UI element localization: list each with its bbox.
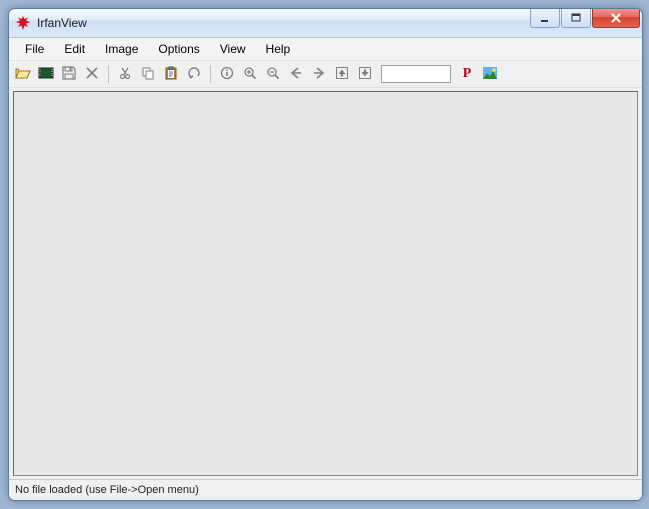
zoom-in-icon bbox=[243, 66, 257, 83]
delete-x-icon bbox=[85, 66, 99, 83]
delete-button[interactable] bbox=[82, 64, 102, 84]
info-icon bbox=[220, 66, 234, 83]
open-folder-icon bbox=[15, 65, 31, 84]
save-button[interactable] bbox=[59, 64, 79, 84]
zoom-out-icon bbox=[266, 66, 280, 83]
arrow-right-icon bbox=[312, 66, 326, 83]
arrow-up-boxed-icon bbox=[335, 66, 349, 83]
maximize-button[interactable] bbox=[561, 9, 591, 28]
menubar: File Edit Image Options View Help bbox=[9, 38, 642, 61]
first-file-button[interactable] bbox=[332, 64, 352, 84]
jump-input[interactable] bbox=[381, 65, 451, 83]
copy-button[interactable] bbox=[138, 64, 158, 84]
landscape-icon bbox=[482, 65, 498, 84]
menu-help[interactable]: Help bbox=[256, 39, 301, 59]
app-window: IrfanView File Edit Image Options View H… bbox=[8, 8, 643, 501]
app-icon bbox=[15, 15, 31, 31]
toolbar-separator bbox=[108, 65, 109, 83]
menu-view[interactable]: View bbox=[210, 39, 256, 59]
paint-button[interactable]: P bbox=[457, 64, 477, 84]
window-controls bbox=[529, 9, 642, 37]
toolbar: P bbox=[9, 61, 642, 88]
info-button[interactable] bbox=[217, 64, 237, 84]
undo-icon bbox=[187, 66, 201, 83]
toolbar-separator bbox=[210, 65, 211, 83]
image-canvas bbox=[13, 91, 638, 476]
arrow-left-icon bbox=[289, 66, 303, 83]
menu-file[interactable]: File bbox=[15, 39, 54, 59]
zoom-out-button[interactable] bbox=[263, 64, 283, 84]
prev-button[interactable] bbox=[286, 64, 306, 84]
cut-button[interactable] bbox=[115, 64, 135, 84]
undo-button[interactable] bbox=[184, 64, 204, 84]
statusbar: No file loaded (use File->Open menu) bbox=[9, 479, 642, 500]
p-icon: P bbox=[463, 66, 472, 82]
open-button[interactable] bbox=[13, 64, 33, 84]
menu-edit[interactable]: Edit bbox=[54, 39, 95, 59]
slideshow-icon bbox=[38, 65, 54, 84]
last-file-button[interactable] bbox=[355, 64, 375, 84]
zoom-in-button[interactable] bbox=[240, 64, 260, 84]
status-text: No file loaded (use File->Open menu) bbox=[15, 484, 199, 496]
copy-icon bbox=[141, 66, 155, 83]
arrow-down-boxed-icon bbox=[358, 66, 372, 83]
titlebar: IrfanView bbox=[9, 9, 642, 38]
close-button[interactable] bbox=[592, 9, 640, 28]
window-title: IrfanView bbox=[37, 16, 529, 30]
minimize-button[interactable] bbox=[530, 9, 560, 28]
clipboard-icon bbox=[164, 66, 178, 83]
slideshow-button[interactable] bbox=[36, 64, 56, 84]
save-icon bbox=[61, 65, 77, 84]
next-button[interactable] bbox=[309, 64, 329, 84]
scissors-icon bbox=[118, 66, 132, 83]
menu-image[interactable]: Image bbox=[95, 39, 148, 59]
acquire-button[interactable] bbox=[480, 64, 500, 84]
paste-button[interactable] bbox=[161, 64, 181, 84]
menu-options[interactable]: Options bbox=[148, 39, 209, 59]
